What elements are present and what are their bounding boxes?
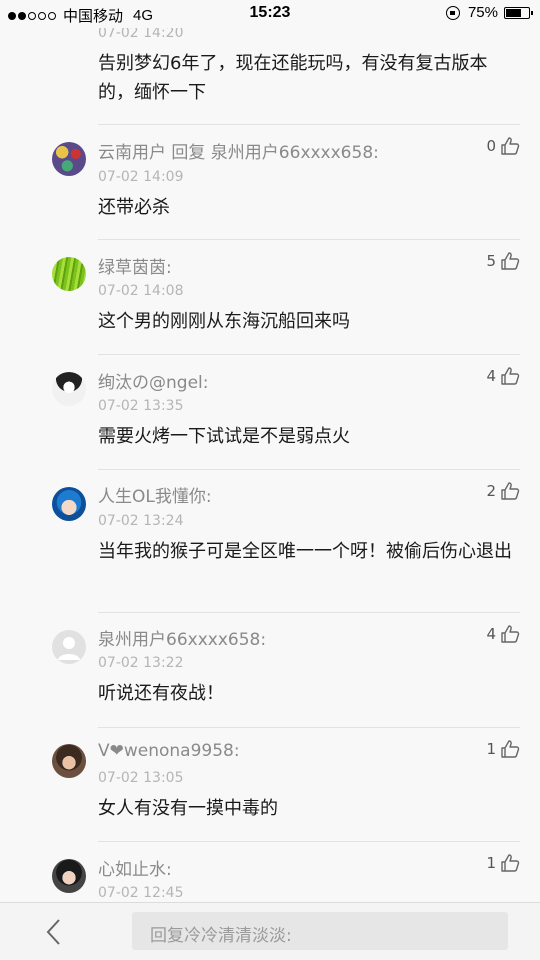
comment-time: 07-02 13:24 [98,513,184,529]
like-count: 2 [486,482,496,500]
like-button[interactable]: 2 [486,481,520,501]
reply-bar: 回复冷冷清清淡淡: [0,902,540,960]
divider [98,354,520,355]
like-count: 1 [486,854,496,872]
comment-author[interactable]: 绿草茵茵: [98,253,172,278]
like-count: 4 [486,367,496,385]
divider [98,727,520,728]
comment-text: 当年我的猴子可是全区唯一一个呀！被偷后伤心退出 [98,541,512,562]
thumbs-up-icon [501,252,520,270]
chevron-left-icon[interactable] [42,917,66,947]
comment-author[interactable]: 心如止水: [98,855,172,880]
comment-time: 07-02 12:45 [98,885,184,901]
reply-input[interactable]: 回复冷冷清清淡淡: [132,912,508,950]
rotation-lock-icon [445,5,460,20]
comment-text: 这个男的刚刚从东海沉船回来吗 [98,311,350,332]
comment-time: 07-02 13:22 [98,655,184,671]
avatar[interactable] [52,372,86,406]
avatar[interactable] [52,744,86,778]
comment-time: 07-02 14:09 [98,169,184,185]
battery-percent: 75% [467,4,498,21]
like-button[interactable]: 1 [486,739,520,759]
comment-author[interactable]: 云南用户 回复 泉州用户66xxxx658: [98,138,379,163]
battery-fill [506,8,521,17]
avatar[interactable] [52,859,86,893]
avatar[interactable] [52,630,86,664]
status-right: 75% [445,4,533,21]
comment-text: 听说还有夜战！ [98,683,224,704]
comment-text: 告别梦幻6年了，现在还能玩吗，有没有复古版本的，缅怀一下 [98,53,488,103]
comment-text: 需要火烤一下试试是不是弱点火 [98,426,350,447]
comment-time: 07-02 13:35 [98,398,184,414]
divider [98,239,520,240]
divider [98,469,520,470]
thumbs-up-icon [501,482,520,500]
comment-text: 还带必杀 [98,197,170,218]
like-count: 5 [486,252,496,270]
reply-placeholder: 回复冷冷清清淡淡: [150,926,292,946]
comment-author[interactable]: V❤wenona9958: [98,741,240,761]
thumbs-up-icon [501,625,520,643]
comment-author[interactable]: 绚汰の@ngel: [98,368,208,393]
divider [98,612,520,613]
comment-author[interactable]: 泉州用户66xxxx658: [98,625,266,650]
comment-time: 07-02 13:05 [98,770,184,786]
thumbs-up-icon [501,854,520,872]
comment-page: 中国移动 4G 15:23 75% 07-02 14:20 告别梦幻6年了，现在… [0,0,540,960]
thumbs-up-icon [501,740,520,758]
like-button[interactable]: 5 [486,251,520,271]
avatar[interactable] [52,257,86,291]
thumbs-up-icon [501,367,520,385]
divider [98,841,520,842]
like-count: 1 [486,740,496,758]
comment-time: 07-02 14:08 [98,283,184,299]
like-button[interactable]: 4 [486,366,520,386]
comment-author[interactable]: 人生OL我懂你: [98,482,212,507]
divider [98,124,520,125]
comment-text: 女人有没有一摸中毒的 [98,798,278,819]
status-bar: 中国移动 4G 15:23 75% [0,0,540,28]
battery-icon [504,6,533,19]
like-count: 0 [486,137,496,155]
like-count: 4 [486,625,496,643]
default-avatar-icon [58,637,80,660]
avatar[interactable] [52,487,86,521]
avatar[interactable] [52,142,86,176]
thumbs-up-icon [501,137,520,155]
like-button[interactable]: 0 [486,136,520,156]
like-button[interactable]: 1 [486,853,520,873]
like-button[interactable]: 4 [486,624,520,644]
